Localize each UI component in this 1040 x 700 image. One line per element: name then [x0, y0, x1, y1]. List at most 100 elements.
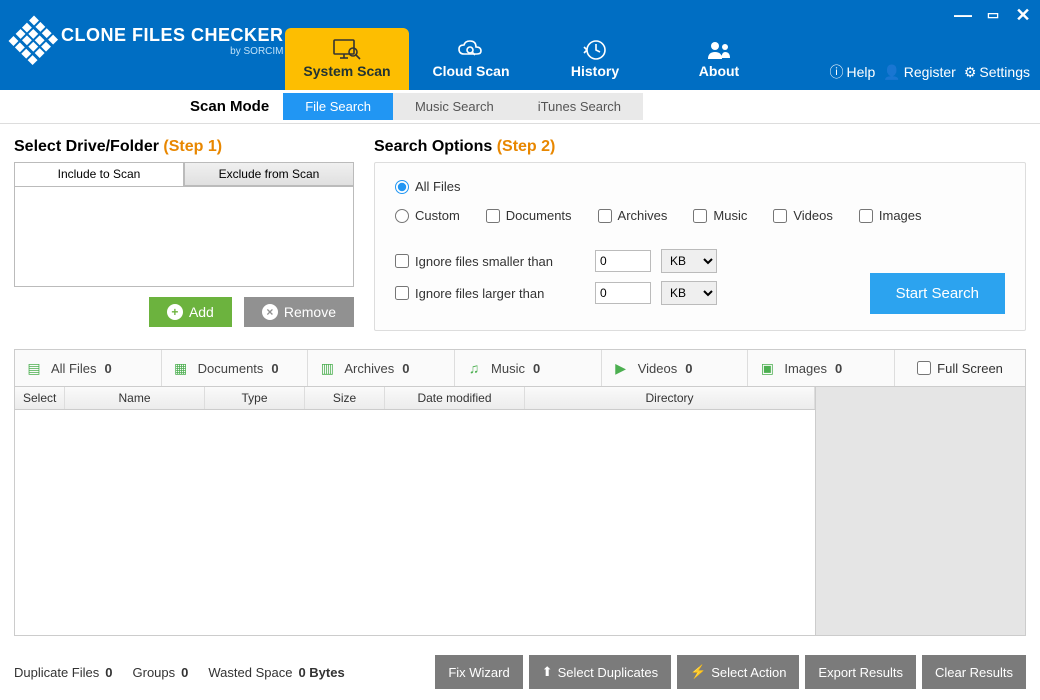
col-type[interactable]: Type — [205, 387, 305, 409]
cat-count: 0 — [105, 361, 112, 376]
register-label: Register — [904, 64, 956, 80]
cat-count: 0 — [533, 361, 540, 376]
fullscreen-check[interactable] — [917, 361, 931, 375]
opt-music[interactable]: Music — [693, 208, 747, 223]
col-date[interactable]: Date modified — [385, 387, 525, 409]
archives-check[interactable] — [598, 209, 612, 223]
titlebar: CLONE FILES CHECKER by SORCIM System Sca… — [0, 0, 1040, 90]
cloud-search-icon — [457, 39, 485, 61]
tab-system-scan[interactable]: System Scan — [285, 28, 409, 90]
cat-documents[interactable]: ▦Documents0 — [162, 350, 309, 386]
header-links: ⓘHelp 👤Register ⚙Settings — [829, 62, 1030, 82]
step1-title: Select Drive/Folder (Step 1) — [14, 138, 354, 156]
cat-music[interactable]: ♫Music0 — [455, 350, 602, 386]
people-icon — [706, 39, 732, 61]
search-options: All Files Custom Documents Archives Musi… — [374, 162, 1026, 331]
opt-images[interactable]: Images — [859, 208, 922, 223]
tab-about[interactable]: About — [657, 28, 781, 90]
tab-label: System Scan — [303, 63, 390, 79]
smaller-unit[interactable]: KB — [661, 249, 717, 273]
exclude-tab[interactable]: Exclude from Scan — [184, 163, 353, 186]
mode-itunes-search[interactable]: iTunes Search — [516, 93, 643, 120]
gear-icon: ⚙ — [964, 64, 977, 81]
info-icon: ⓘ — [829, 62, 843, 82]
images-label: Images — [879, 208, 922, 223]
ignore-larger-check[interactable] — [395, 286, 409, 300]
lightning-icon: ⚡ — [690, 664, 706, 680]
step1-annot: (Step 1) — [163, 138, 222, 155]
maximize-button[interactable]: ▭ — [982, 4, 1004, 26]
folder-list[interactable] — [15, 186, 353, 286]
register-link[interactable]: 👤Register — [883, 62, 956, 82]
col-name[interactable]: Name — [65, 387, 205, 409]
col-select[interactable]: Select — [15, 387, 65, 409]
tab-label: Cloud Scan — [432, 63, 509, 79]
mode-file-search[interactable]: File Search — [283, 93, 393, 120]
cat-label: Archives — [344, 361, 394, 376]
tab-label: About — [699, 63, 739, 79]
documents-check[interactable] — [486, 209, 500, 223]
opt-custom[interactable]: Custom — [395, 208, 460, 223]
close-button[interactable]: ✕ — [1012, 4, 1034, 26]
image-icon: ▣ — [758, 359, 776, 377]
mode-music-search[interactable]: Music Search — [393, 93, 516, 120]
settings-link[interactable]: ⚙Settings — [964, 62, 1030, 82]
wasted-value: 0 Bytes — [298, 665, 344, 680]
add-button[interactable]: Add — [149, 297, 232, 327]
opt-documents[interactable]: Documents — [486, 208, 572, 223]
help-link[interactable]: ⓘHelp — [829, 62, 875, 82]
cat-videos[interactable]: ▶Videos0 — [602, 350, 749, 386]
user-icon: 👤 — [883, 64, 900, 81]
arrow-up-icon: ⬆ — [542, 664, 553, 680]
custom-radio[interactable] — [395, 209, 409, 223]
smaller-value[interactable] — [595, 250, 651, 272]
tab-cloud-scan[interactable]: Cloud Scan — [409, 28, 533, 90]
step2-annot: (Step 2) — [497, 138, 556, 155]
tab-history[interactable]: History — [533, 28, 657, 90]
cat-images[interactable]: ▣Images0 — [748, 350, 895, 386]
images-check[interactable] — [859, 209, 873, 223]
app-logo: CLONE FILES CHECKER by SORCIM — [15, 22, 284, 60]
cat-count: 0 — [271, 361, 278, 376]
select-action-button[interactable]: ⚡Select Action — [677, 655, 799, 689]
col-directory[interactable]: Directory — [525, 387, 815, 409]
step2-title: Search Options (Step 2) — [374, 138, 1026, 156]
ignore-smaller[interactable]: Ignore files smaller than — [395, 254, 585, 269]
videos-check[interactable] — [773, 209, 787, 223]
minimize-button[interactable]: — — [952, 4, 974, 26]
fix-wizard-button[interactable]: Fix Wizard — [435, 655, 522, 689]
col-size[interactable]: Size — [305, 387, 385, 409]
cat-label: All Files — [51, 361, 97, 376]
larger-unit[interactable]: KB — [661, 281, 717, 305]
folder-panel: Include to Scan Exclude from Scan — [14, 162, 354, 287]
cat-archives[interactable]: ▥Archives0 — [308, 350, 455, 386]
table-header: Select Name Type Size Date modified Dire… — [15, 387, 815, 410]
all-files-radio[interactable] — [395, 180, 409, 194]
scan-mode-row: Scan Mode File Search Music Search iTune… — [0, 90, 1040, 124]
cat-count: 0 — [402, 361, 409, 376]
remove-button[interactable]: Remove — [244, 297, 354, 327]
music-check[interactable] — [693, 209, 707, 223]
step2-title-text: Search Options — [374, 138, 492, 155]
opt-archives[interactable]: Archives — [598, 208, 668, 223]
video-icon: ▶ — [612, 359, 630, 377]
remove-label: Remove — [284, 304, 336, 320]
fullscreen-toggle[interactable]: Full Screen — [917, 361, 1003, 376]
document-icon: ▦ — [172, 359, 190, 377]
ignore-larger[interactable]: Ignore files larger than — [395, 286, 585, 301]
opt-videos[interactable]: Videos — [773, 208, 833, 223]
ignore-smaller-label: Ignore files smaller than — [415, 254, 553, 269]
export-results-button[interactable]: Export Results — [805, 655, 916, 689]
results-scrollbar[interactable] — [815, 387, 1025, 635]
cat-all-files[interactable]: ▤All Files0 — [15, 350, 162, 386]
stat-dup-files: Duplicate Files0 — [14, 665, 113, 680]
archives-label: Archives — [618, 208, 668, 223]
larger-value[interactable] — [595, 282, 651, 304]
ignore-smaller-check[interactable] — [395, 254, 409, 268]
opt-all-files[interactable]: All Files — [395, 179, 461, 194]
include-tab[interactable]: Include to Scan — [15, 163, 184, 186]
monitor-search-icon — [333, 39, 361, 61]
start-search-button[interactable]: Start Search — [870, 273, 1005, 314]
select-duplicates-button[interactable]: ⬆Select Duplicates — [529, 655, 671, 689]
clear-results-button[interactable]: Clear Results — [922, 655, 1026, 689]
